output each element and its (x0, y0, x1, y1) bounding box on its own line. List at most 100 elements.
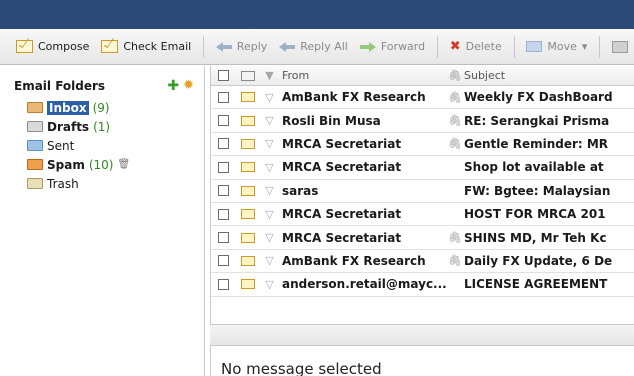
move-button[interactable]: Move ▾ (520, 35, 593, 59)
print-button[interactable] (606, 35, 634, 59)
message-row[interactable]: ▽ AmBank FX Research 🖇 Weekly FX DashBoa… (211, 86, 634, 110)
attachment-icon: 🖇 (448, 114, 462, 128)
message-subject: Daily FX Update, 6 De (464, 253, 613, 268)
drafts-icon (27, 121, 43, 132)
inbox-icon (27, 102, 43, 113)
message-row[interactable]: ▽ MRCA Secretariat 🖇 SHINS MD, Mr Teh Kc (211, 226, 634, 250)
reply-arrow-icon (215, 41, 232, 52)
message-subject: Weekly FX DashBoard (464, 90, 613, 105)
message-from: MRCA Secretariat (282, 160, 402, 175)
select-all-checkbox[interactable] (218, 70, 229, 81)
message-list: ▼ From 🖇 Subject ▽ AmBank FX Research 🖇 … (210, 66, 634, 324)
check-email-button[interactable]: Check Email (95, 35, 197, 59)
row-checkbox[interactable] (218, 255, 229, 267)
unread-envelope-icon (240, 185, 255, 196)
spam-icon (27, 159, 43, 170)
folder-drafts[interactable]: Drafts (1) (27, 117, 204, 136)
flag-icon[interactable]: ▽ (259, 254, 280, 267)
row-checkbox[interactable] (218, 115, 229, 127)
message-row[interactable]: ▽ MRCA Secretariat Shop lot available at (211, 156, 634, 180)
chevron-down-icon: ▾ (581, 40, 588, 53)
message-row[interactable]: ▽ Rosli Bin Musa 🖇 RE: Serangkai Prisma (211, 109, 634, 133)
toolbar-separator (513, 35, 515, 58)
message-row[interactable]: ▽ AmBank FX Research 🖇 Daily FX Update, … (211, 250, 634, 274)
message-subject: LICENSE AGREEMENT (464, 277, 608, 292)
toolbar-separator (203, 35, 204, 58)
message-list-header: ▼ From 🖇 Subject (211, 66, 634, 86)
reply-button[interactable]: Reply (210, 35, 273, 59)
folder-name: Spam (47, 157, 85, 172)
message-from: MRCA Secretariat (282, 230, 402, 245)
unread-envelope-icon (240, 162, 255, 173)
flag-icon[interactable]: ▽ (259, 208, 280, 221)
reply-all-button[interactable]: Reply All (273, 35, 354, 59)
folder-trash[interactable]: Trash (27, 174, 204, 193)
flag-column-icon[interactable]: ▼ (259, 69, 280, 82)
folder-inbox[interactable]: Inbox (9) (27, 98, 204, 117)
sent-icon (27, 140, 43, 151)
toolbar-separator (437, 35, 438, 58)
unread-envelope-icon (240, 255, 255, 266)
attachment-icon: 🖇 (448, 90, 462, 104)
add-folder-icon[interactable]: ✚ (167, 79, 179, 93)
forward-button[interactable]: Forward (354, 35, 431, 59)
reply-label: Reply (236, 40, 268, 53)
flag-icon[interactable]: ▽ (259, 278, 280, 291)
folder-pane-header: Email Folders ✚ ✹ (0, 74, 204, 98)
message-row[interactable]: ▽ MRCA Secretariat HOST FOR MRCA 201 (211, 203, 634, 227)
message-row[interactable]: ▽ anderson.retail@mayc... LICENSE AGREEM… (211, 273, 634, 297)
unread-envelope-icon (240, 279, 255, 290)
message-from: AmBank FX Research (282, 90, 426, 105)
compose-icon (16, 40, 33, 53)
message-subject: RE: Serangkai Prisma (464, 113, 610, 128)
reply-all-label: Reply All (300, 40, 348, 53)
gear-icon[interactable]: ✹ (183, 79, 194, 92)
message-from: AmBank FX Research (282, 253, 426, 268)
folder-spam[interactable]: Spam (10) 🗑 (27, 155, 204, 174)
compose-button[interactable]: Compose (10, 35, 95, 59)
folder-name: Trash (47, 176, 79, 191)
delete-label: Delete (465, 40, 502, 53)
forward-arrow-icon (359, 41, 376, 52)
row-checkbox[interactable] (218, 278, 229, 290)
print-icon (612, 40, 628, 53)
flag-icon[interactable]: ▽ (259, 184, 280, 197)
folder-name: Drafts (47, 119, 90, 134)
pane-splitter[interactable] (210, 324, 634, 346)
unread-count: (1) (93, 119, 111, 134)
folder-name: Sent (47, 138, 75, 153)
delete-button[interactable]: ✖ Delete (444, 35, 508, 59)
envelope-icon (101, 40, 119, 53)
folder-pane: Email Folders ✚ ✹ Inbox (9) Drafts (1) S… (0, 66, 205, 376)
flag-icon[interactable]: ▽ (259, 137, 280, 150)
attachment-column-icon: 🖇 (448, 69, 462, 82)
unread-count: (9) (92, 100, 110, 115)
row-checkbox[interactable] (218, 91, 229, 103)
unread-envelope-icon (240, 92, 255, 103)
message-subject: Shop lot available at (464, 160, 604, 175)
row-checkbox[interactable] (218, 138, 229, 150)
message-subject: HOST FOR MRCA 201 (464, 207, 606, 222)
flag-icon[interactable]: ▽ (259, 161, 280, 174)
move-folder-icon (526, 41, 543, 52)
flag-icon[interactable]: ▽ (259, 114, 280, 127)
toolbar: Compose Check Email Reply Reply All Forw… (0, 29, 634, 65)
message-from: MRCA Secretariat (282, 136, 402, 151)
row-checkbox[interactable] (218, 161, 229, 173)
empty-spam-icon[interactable]: 🗑 (117, 159, 130, 170)
read-status-column-icon[interactable] (240, 70, 255, 81)
subject-column-header[interactable]: Subject (462, 69, 634, 82)
message-row[interactable]: ▽ MRCA Secretariat 🖇 Gentle Reminder: MR (211, 133, 634, 157)
reply-all-arrow-icon (279, 41, 296, 52)
row-checkbox[interactable] (218, 208, 229, 220)
message-row[interactable]: ▽ saras FW: Bgtee: Malaysian (211, 180, 634, 203)
folder-sent[interactable]: Sent (27, 136, 204, 155)
row-checkbox[interactable] (218, 185, 229, 197)
from-column-header[interactable]: From (280, 69, 448, 82)
delete-x-icon: ✖ (449, 39, 461, 54)
flag-icon[interactable]: ▽ (259, 91, 280, 104)
row-checkbox[interactable] (218, 232, 229, 244)
flag-icon[interactable]: ▽ (259, 231, 280, 244)
attachment-icon: 🖇 (448, 137, 462, 151)
message-from: Rosli Bin Musa (282, 113, 381, 128)
